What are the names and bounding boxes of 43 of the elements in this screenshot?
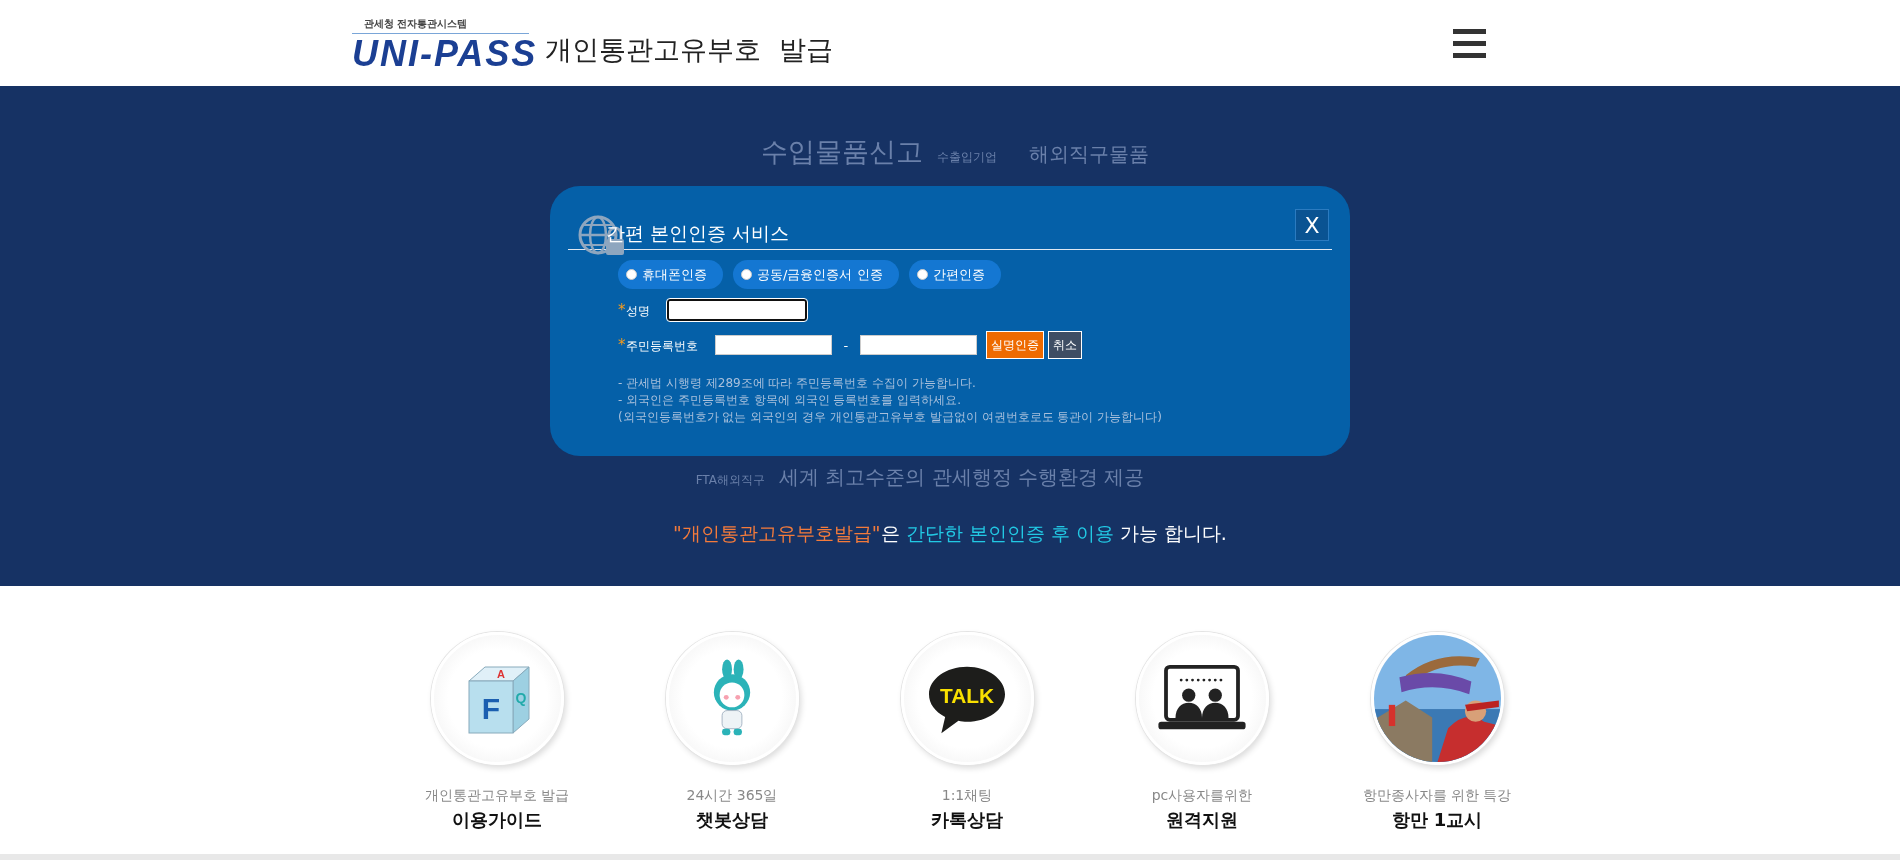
field-label: *성명 bbox=[618, 300, 650, 320]
service-title[interactable]: 원격지원 bbox=[1166, 808, 1238, 832]
cube-letter: Q bbox=[515, 689, 527, 706]
auth-method-option[interactable]: 공동/금융인증서 인증 bbox=[733, 260, 899, 289]
background-word: 세계 최고수준의 관세행정 수행환경 제공 bbox=[778, 464, 1145, 491]
background-word: FTA해외직구 bbox=[695, 472, 765, 489]
cube-drawing bbox=[468, 666, 530, 733]
logo[interactable]: 관세청 전자통관시스템 UNI-PASS bbox=[352, 16, 538, 74]
cube-letter: A bbox=[497, 667, 505, 680]
background-word: 수출입기업 bbox=[937, 149, 997, 166]
service-subtitle: 24시간 365일 bbox=[686, 787, 778, 805]
service-title[interactable]: 항만 1교시 bbox=[1391, 808, 1483, 832]
service-tile[interactable]: TALK bbox=[900, 632, 1034, 765]
service-title[interactable]: 이용가이드 bbox=[452, 808, 542, 832]
message-text: 가능 합니다. bbox=[1118, 522, 1227, 544]
cube-letter: F bbox=[481, 691, 501, 725]
service-subtitle: 항만종사자를 위한 특강 bbox=[1362, 787, 1512, 805]
page-title: 개인통관고유부호 발급 bbox=[545, 33, 833, 67]
notice-text: (외국인등록번호가 없는 외국인의 경우 개인통관고유부호 발급없이 여권번호로도 통관이 가능합니다) bbox=[618, 409, 1163, 426]
service-tile[interactable]: A F Q bbox=[430, 632, 564, 765]
service-title[interactable]: 챗봇상담 bbox=[696, 808, 768, 832]
id-number-field[interactable] bbox=[860, 335, 978, 355]
field-label: *주민등록번호 bbox=[618, 335, 698, 355]
name-field[interactable] bbox=[666, 299, 807, 321]
id-number-field[interactable] bbox=[714, 335, 832, 355]
notice-text: - 외국인은 주민등록번호 항목에 외국인 등록번호를 입력하세요. bbox=[618, 392, 963, 409]
auth-method-option[interactable]: 휴대폰인증 bbox=[618, 260, 723, 289]
service-subtitle: pc사용자를위한 bbox=[1151, 787, 1253, 805]
separator-text: - bbox=[843, 337, 849, 353]
service-subtitle: 개인통관고유부호 발급 bbox=[424, 787, 570, 805]
background-word: 해외직구물품 bbox=[1029, 141, 1149, 168]
notice-text: - 관세법 시행령 제289조에 따라 주민등록번호 수집이 가능합니다. bbox=[618, 375, 977, 392]
auth-method-option[interactable]: 간편인증 bbox=[908, 260, 1001, 289]
message-text: 은 bbox=[880, 522, 901, 544]
service-subtitle: 1:1채팅 bbox=[941, 787, 993, 805]
cancel-button[interactable]: 취소 bbox=[1048, 331, 1083, 359]
close-button[interactable]: X bbox=[1295, 209, 1329, 241]
service-title[interactable]: 카톡상담 bbox=[931, 808, 1003, 832]
message-text: "개인통관고유부호발급" bbox=[673, 522, 881, 544]
dialog-title: 간편 본인인증 서비스 bbox=[606, 221, 790, 246]
message-text: 간단한 본인인증 후 이용 bbox=[905, 522, 1114, 544]
background-word: 수입물품신고 bbox=[761, 135, 923, 169]
menu-icon[interactable] bbox=[1453, 28, 1486, 58]
